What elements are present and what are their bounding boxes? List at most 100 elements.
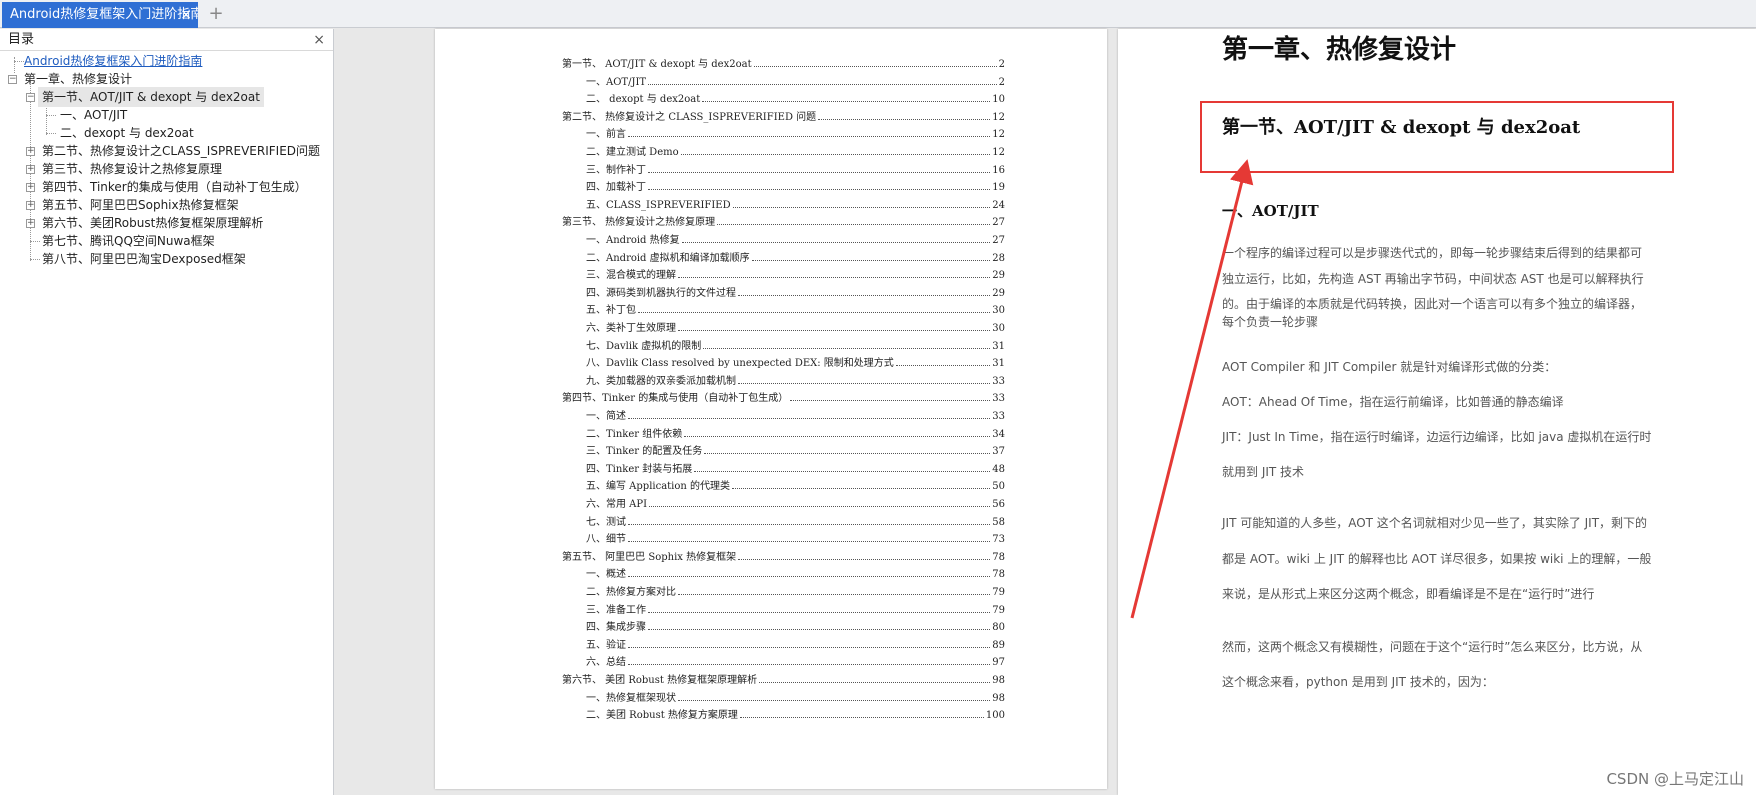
- toc-entry-title: 五、验证: [586, 639, 626, 651]
- toc-entry[interactable]: 第一节、 AOT/JIT & dexopt 与 dex2oat 2: [562, 54, 1005, 70]
- toc-entry-page: 98: [992, 692, 1005, 704]
- toc-leader-dots: [732, 488, 991, 490]
- toc-entry[interactable]: 七、测试 58: [562, 512, 1005, 528]
- document-tab[interactable]: Android热修复框架入门进阶指南 ×: [2, 2, 198, 28]
- toc-entry[interactable]: 一、简述 33: [562, 406, 1005, 422]
- outline-item-section-7[interactable]: 第七节、腾讯QQ空间Nuwa框架: [42, 231, 215, 251]
- tab-bar: Android热修复框架入门进阶指南 × +: [0, 0, 1756, 28]
- body-text: 独立运行，比如，先构造 AST 再输出字节码，中间状态 AST 也是可以解释执行: [1222, 272, 1644, 286]
- collapse-icon[interactable]: −: [8, 75, 17, 84]
- toc-entry[interactable]: 二、Android 虚拟机和编译加载顺序 28: [562, 248, 1005, 264]
- body-text: 的。由于编译的本质就是代码转换，因此对一个语言可以有多个独立的编译器，: [1222, 297, 1643, 311]
- toc-entry[interactable]: 三、准备工作 79: [562, 600, 1005, 616]
- toc-entry[interactable]: 第二节、 热修复设计之 CLASS_ISPREVERIFIED 问题 12: [562, 107, 1005, 123]
- outline-item-section-2[interactable]: 第二节、热修复设计之CLASS_ISPREVERIFIED问题: [42, 141, 320, 161]
- toc-entry-page: 33: [992, 375, 1005, 387]
- expand-icon[interactable]: +: [26, 201, 35, 210]
- outline-item-aot-jit[interactable]: 一、AOT/JIT: [60, 105, 127, 125]
- toc-entry[interactable]: 七、Davlik 虚拟机的限制 31: [562, 336, 1005, 352]
- toc-entry[interactable]: 二、建立测试 Demo 12: [562, 142, 1005, 158]
- toc-entry[interactable]: 八、Davlik Class resolved by unexpected DE…: [562, 353, 1005, 369]
- toc-entry[interactable]: 四、加载补丁 19: [562, 177, 1005, 193]
- toc-entry[interactable]: 一、前言 12: [562, 124, 1005, 140]
- toc-entry[interactable]: 一、AOT/JIT 2: [562, 72, 1005, 88]
- toc-entry[interactable]: 四、Tinker 封装与拓展 48: [562, 459, 1005, 475]
- toc-leader-dots: [681, 242, 991, 243]
- toc-entry-title: 五、CLASS_ISPREVERIFIED: [586, 199, 731, 211]
- toc-entry[interactable]: 四、集成步骤 80: [562, 617, 1005, 633]
- toc-entry[interactable]: 五、验证 89: [562, 635, 1005, 651]
- toc-entry[interactable]: 九、类加载器的双亲委派加载机制 33: [562, 371, 1005, 387]
- expand-icon[interactable]: +: [26, 147, 35, 156]
- expand-icon[interactable]: +: [26, 165, 35, 174]
- toc-entry-page: 98: [992, 675, 1005, 686]
- toc-entry-page: 30: [992, 323, 1005, 334]
- document-viewer[interactable]: 第一节、 AOT/JIT & dexopt 与 dex2oat 2 一、AOT/JI…: [335, 29, 1756, 795]
- toc-entry[interactable]: 三、混合模式的理解 29: [562, 265, 1005, 281]
- toc-entry[interactable]: 六、总结 97: [562, 652, 1005, 668]
- toc-entry-title: 五、补丁包: [586, 305, 636, 317]
- outline-item-section-5[interactable]: 第五节、阿里巴巴Sophix热修复框架: [42, 195, 239, 215]
- outline-item-book-title[interactable]: Android热修复框架入门进阶指南: [24, 51, 202, 71]
- toc-entry[interactable]: 第三节、 热修复设计之热修复原理 27: [562, 212, 1005, 228]
- outline-item-dexopt[interactable]: 二、dexopt 与 dex2oat: [60, 123, 194, 143]
- toc-entry-title: 第四节、Tinker 的集成与使用（自动补丁包生成）: [562, 393, 789, 405]
- toc-entry[interactable]: 八、细节 73: [562, 529, 1005, 545]
- collapse-icon[interactable]: −: [26, 93, 35, 102]
- toc-entry-title: 二、Tinker 组件依赖: [586, 428, 683, 440]
- toc-leader-dots: [678, 330, 991, 331]
- toc-entry-title: 三、制作补丁: [586, 164, 646, 176]
- outline-item-section-8[interactable]: 第八节、阿里巴巴淘宝Dexposed框架: [42, 249, 246, 269]
- toc-entry[interactable]: 一、热修复框架现状 98: [562, 688, 1005, 704]
- toc-entry-page: 24: [992, 199, 1005, 211]
- toc-entry[interactable]: 三、制作补丁 16: [562, 160, 1005, 176]
- toc-entry-page: 12: [992, 111, 1005, 123]
- toc-entry-title: 四、加载补丁: [586, 182, 646, 194]
- toc-entry-title: 一、热修复框架现状: [586, 692, 676, 704]
- toc-entry[interactable]: 六、类补丁生效原理 30: [562, 318, 1005, 334]
- toc-entry[interactable]: 四、源码类到机器执行的文件过程 29: [562, 283, 1005, 299]
- toc-entry[interactable]: 第四节、Tinker 的集成与使用（自动补丁包生成） 33: [562, 388, 1005, 404]
- expand-icon[interactable]: +: [26, 219, 35, 228]
- close-tab-icon[interactable]: ×: [180, 2, 192, 28]
- toc-leader-dots: [732, 206, 991, 208]
- toc-entry[interactable]: 二、 dexopt 与 dex2oat 10: [562, 89, 1005, 105]
- close-sidebar-icon[interactable]: ×: [313, 29, 325, 51]
- toc-entry-page: 79: [992, 604, 1005, 616]
- toc-entry[interactable]: 五、编写 Application 的代理类 50: [562, 476, 1005, 492]
- toc-leader-dots: [759, 682, 991, 683]
- toc-entry-page: 33: [992, 411, 1005, 422]
- toc-entry-page: 27: [992, 235, 1005, 246]
- toc-entry[interactable]: 第五节、 阿里巴巴 Sophix 热修复框架 78: [562, 547, 1005, 563]
- toc-entry-page: 37: [992, 446, 1005, 458]
- outline-sidebar: 目录 × Android热修复框架入门进阶指南 − 第一章、热修复设计 − 第一…: [0, 29, 334, 795]
- toc-entry[interactable]: 第六节、 美团 Robust 热修复框架原理解析 98: [562, 670, 1005, 686]
- toc-entry-page: 89: [992, 639, 1005, 651]
- toc-entry[interactable]: 六、常用 API 56: [562, 494, 1005, 510]
- watermark: CSDN @上马定江山: [1606, 770, 1744, 788]
- toc-leader-dots: [648, 171, 991, 173]
- outline-item-section-4[interactable]: 第四节、Tinker的集成与使用（自动补丁包生成）: [42, 177, 307, 197]
- toc-entry[interactable]: 三、Tinker 的配置及任务 37: [562, 441, 1005, 457]
- toc-entry[interactable]: 一、概述 78: [562, 564, 1005, 580]
- toc-leader-dots: [739, 717, 984, 719]
- expand-icon[interactable]: +: [26, 183, 35, 192]
- sidebar-title: 目录: [8, 32, 35, 47]
- outline-item-section-3[interactable]: 第三节、热修复设计之热修复原理: [42, 159, 222, 179]
- toc-entry[interactable]: 二、美团 Robust 热修复方案原理 100: [562, 705, 1005, 721]
- toc-entry-title: 一、AOT/JIT: [586, 76, 647, 88]
- outline-item-chapter-1[interactable]: 第一章、热修复设计: [24, 69, 132, 89]
- toc-entry[interactable]: 二、Tinker 组件依赖 34: [562, 424, 1005, 440]
- toc-entry[interactable]: 二、热修复方案对比 79: [562, 582, 1005, 598]
- outline-item-section-6[interactable]: 第六节、美团Robust热修复框架原理解析: [42, 213, 263, 233]
- toc-leader-dots: [678, 277, 991, 279]
- toc-entry[interactable]: 一、Android 热修复 27: [562, 230, 1005, 246]
- outline-item-section-1[interactable]: 第一节、AOT/JIT & dexopt 与 dex2oat: [38, 87, 264, 107]
- new-tab-button[interactable]: +: [206, 2, 226, 26]
- toc-entry-page: 33: [992, 393, 1005, 405]
- toc-entry[interactable]: 五、补丁包 30: [562, 300, 1005, 316]
- toc-leader-dots: [628, 523, 991, 525]
- toc-leader-dots: [648, 611, 991, 613]
- toc-entry-title: 九、类加载器的双亲委派加载机制: [586, 375, 736, 387]
- toc-entry[interactable]: 五、CLASS_ISPREVERIFIED 24: [562, 195, 1005, 211]
